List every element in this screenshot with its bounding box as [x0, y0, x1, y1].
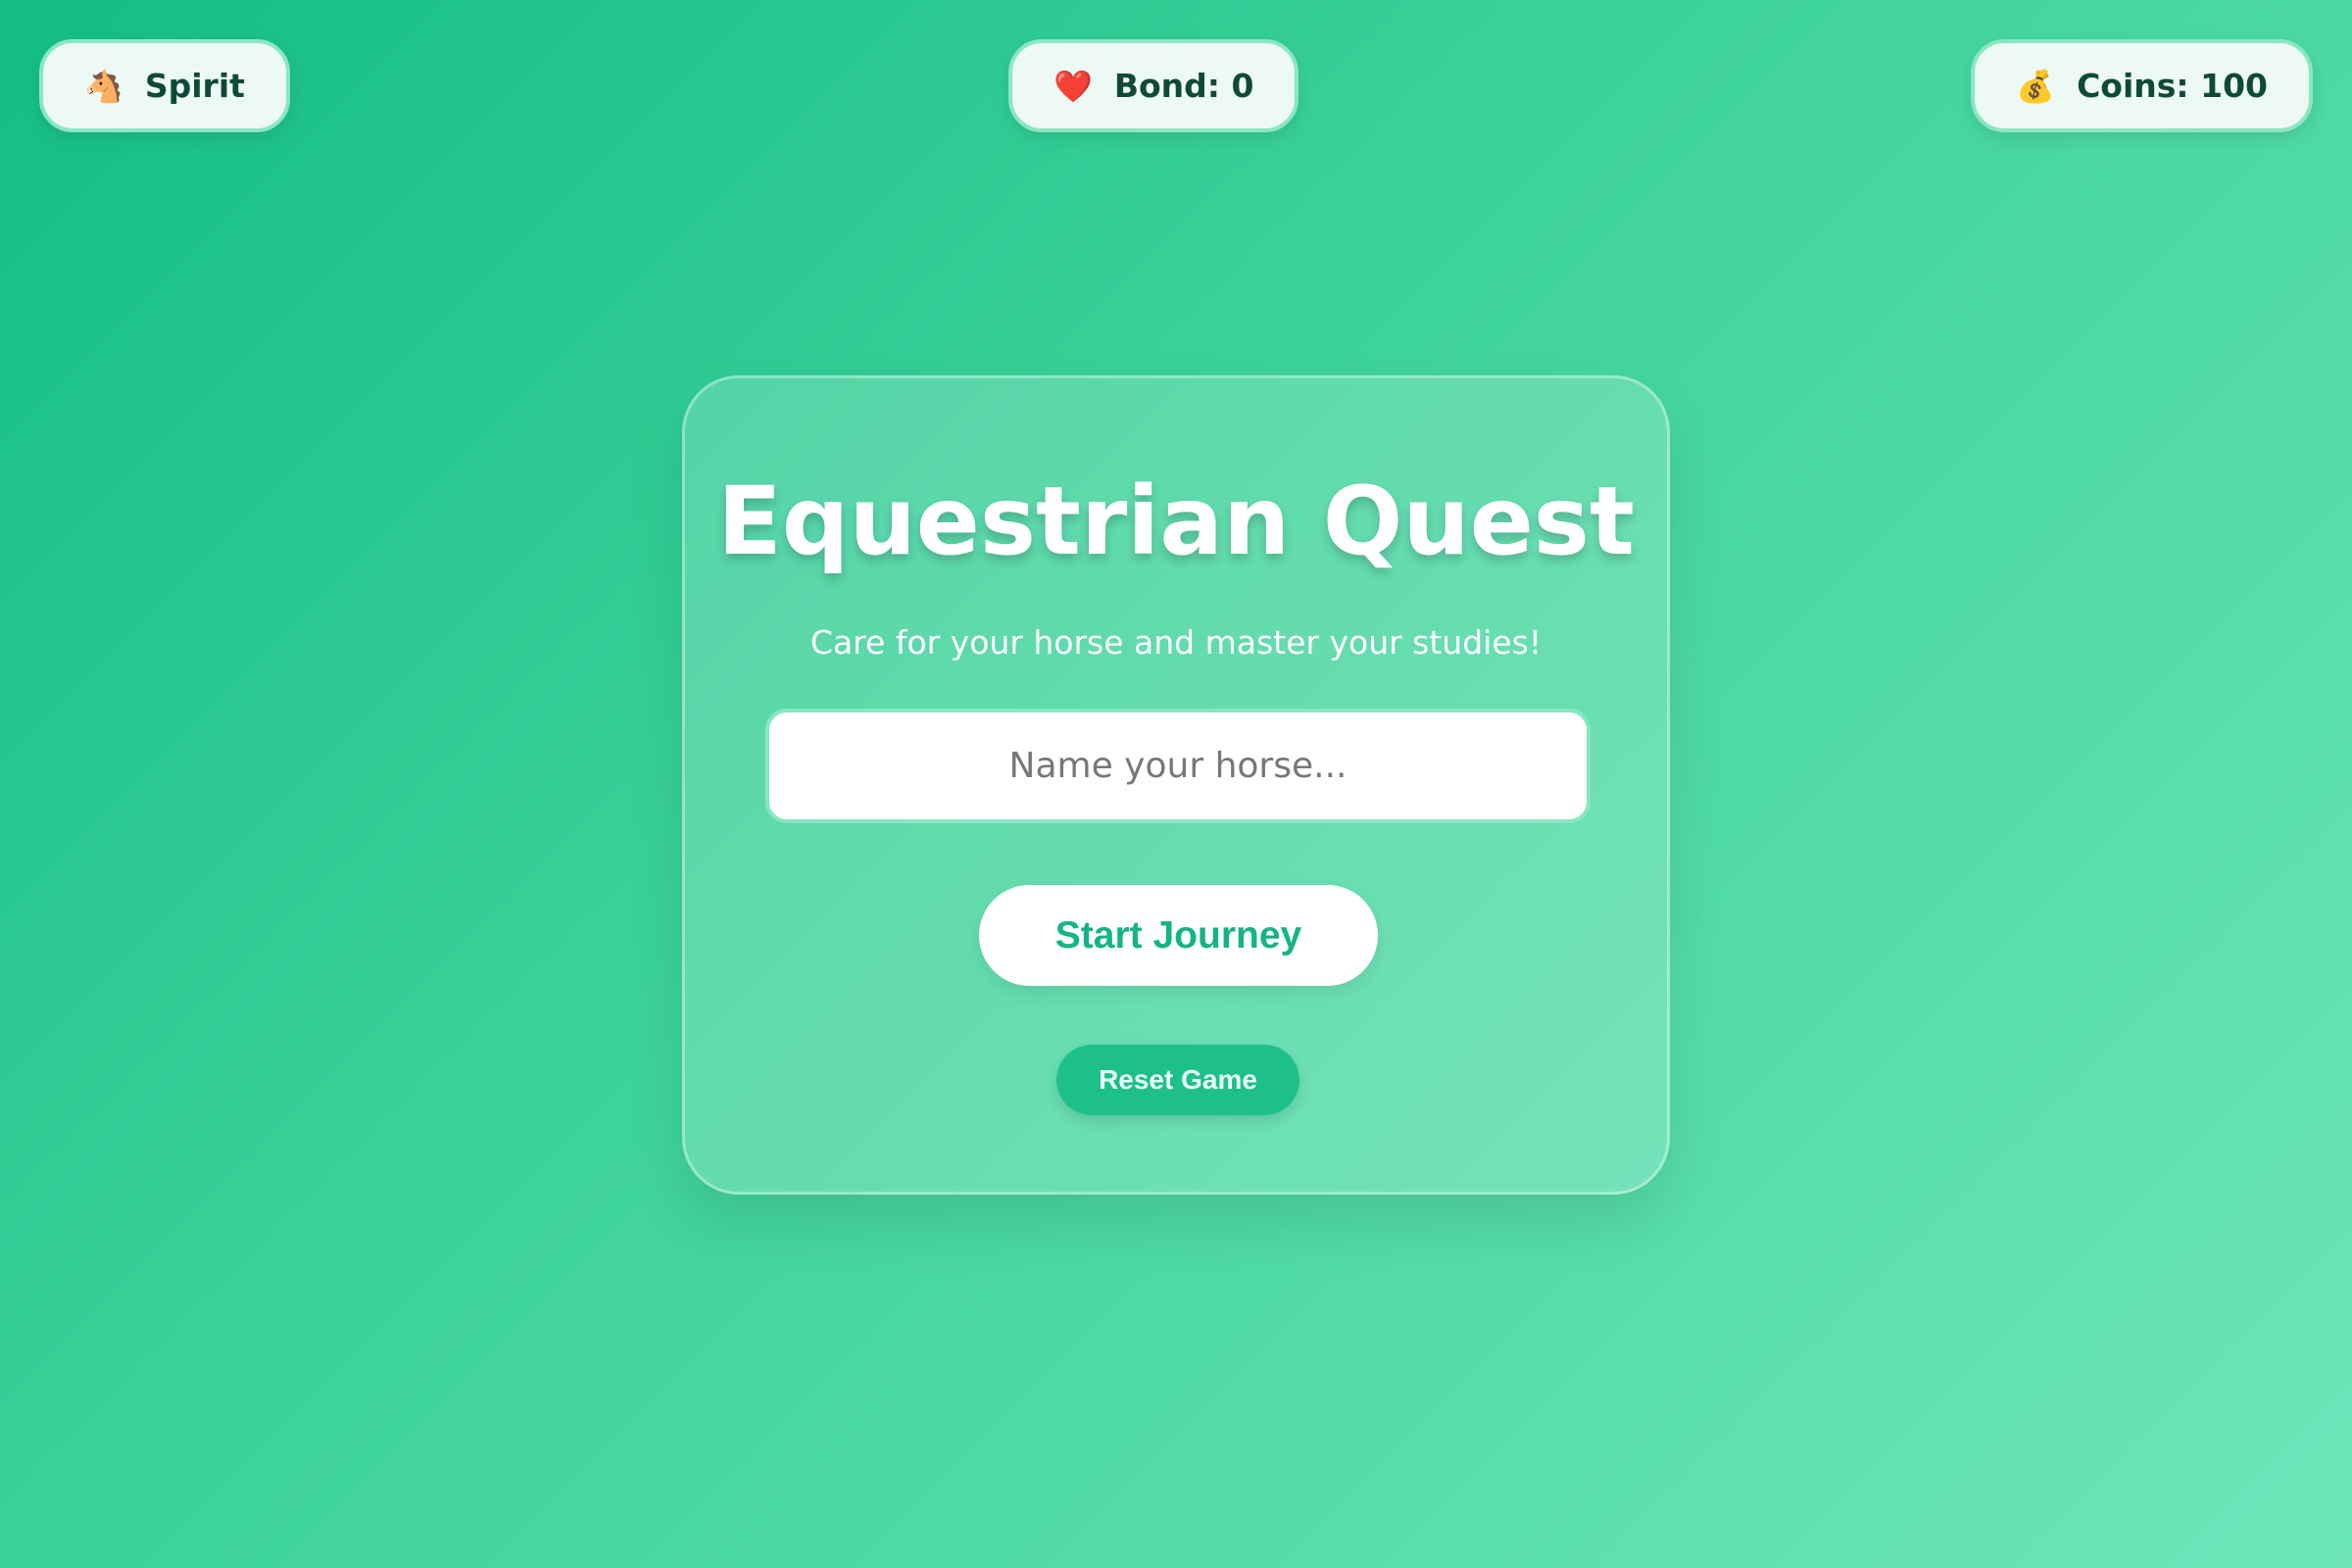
coins-badge: 💰 Coins: 100: [1971, 39, 2313, 132]
money-bag-icon: 💰: [2016, 67, 2056, 105]
horse-name-badge: 🐴 Spirit: [39, 39, 290, 132]
game-subtitle: Care for your horse and master your stud…: [809, 623, 1543, 662]
horse-name-label: Spirit: [144, 67, 245, 105]
reset-game-button[interactable]: Reset Game: [1056, 1045, 1299, 1115]
coins-label: Coins: 100: [2077, 67, 2268, 105]
game-title: Equestrian Quest: [717, 466, 1635, 576]
horse-name-input[interactable]: [765, 709, 1591, 823]
start-journey-button[interactable]: Start Journey: [979, 885, 1378, 986]
bond-label: Bond: 0: [1113, 67, 1254, 105]
horse-face-icon: 🐴: [84, 67, 123, 105]
red-heart-icon: ❤️: [1054, 67, 1093, 105]
start-card: Equestrian Quest Care for your horse and…: [682, 375, 1670, 1195]
bond-badge: ❤️ Bond: 0: [1008, 39, 1299, 132]
